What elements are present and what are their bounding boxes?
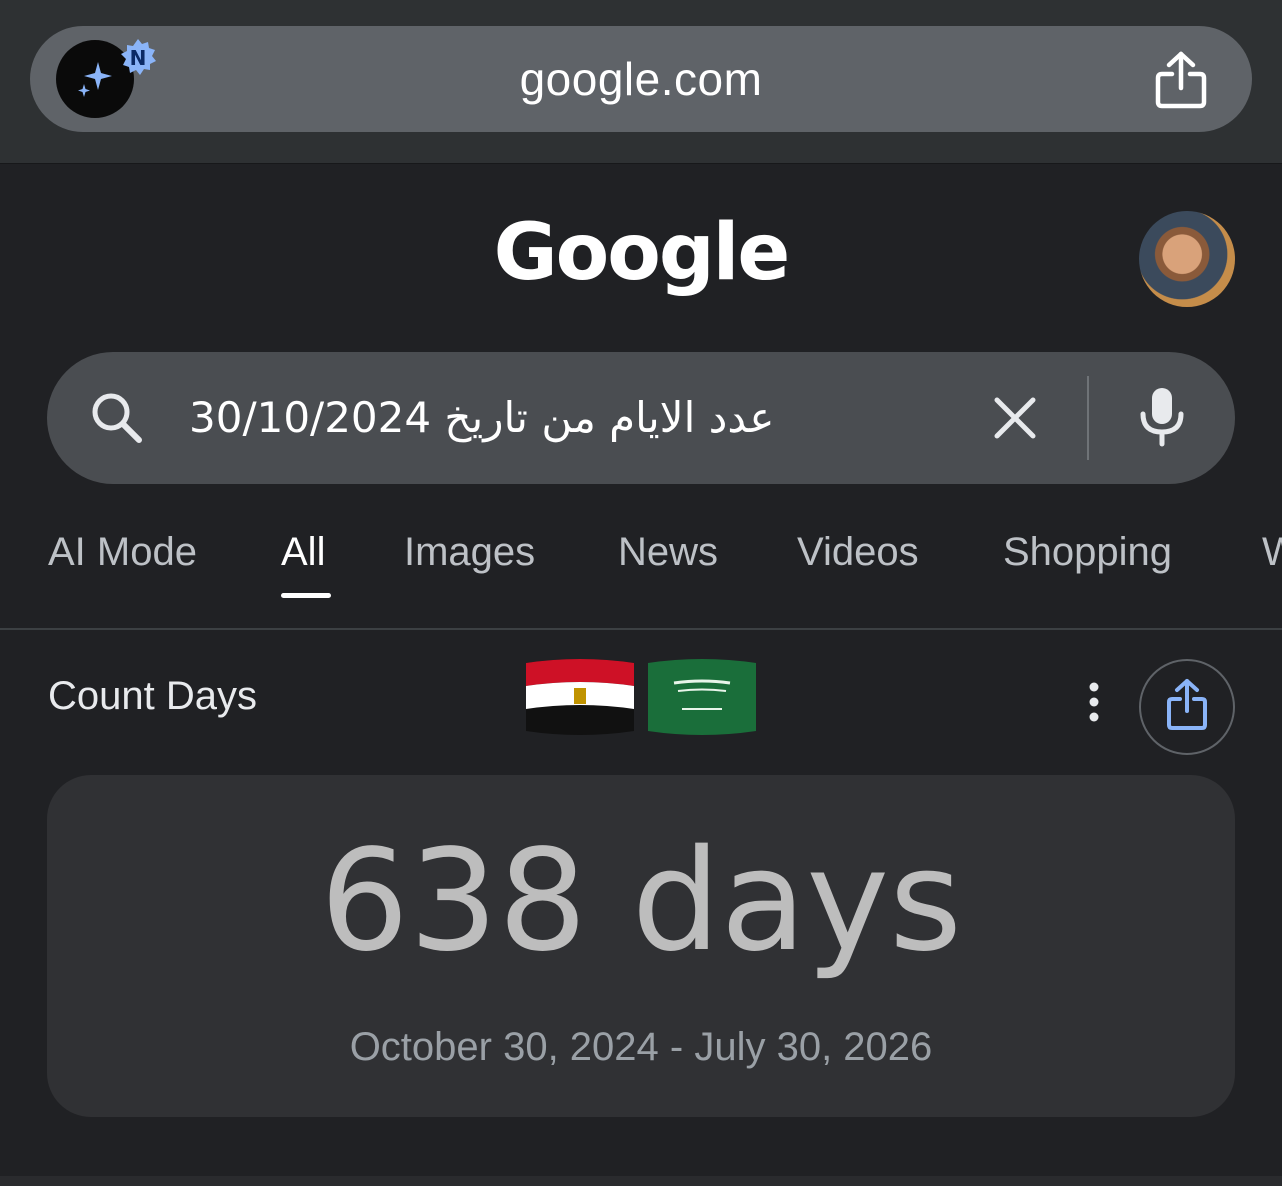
account-avatar[interactable] — [1139, 211, 1235, 307]
days-count: 638 days — [319, 820, 963, 983]
search-icon[interactable] — [89, 390, 145, 446]
address-bar[interactable]: N google.com — [30, 26, 1252, 132]
flags-emoji — [526, 659, 756, 735]
share-result-button[interactable] — [1139, 659, 1235, 755]
result-title: Count Days — [48, 674, 257, 718]
search-bar — [47, 352, 1235, 484]
result-header: Count Days — [0, 630, 1282, 774]
browser-toolbar: N google.com — [0, 0, 1282, 164]
search-input[interactable] — [189, 384, 949, 452]
tab-all[interactable]: All — [281, 530, 325, 575]
url-text[interactable]: google.com — [30, 52, 1252, 106]
date-range: October 30, 2024 - July 30, 2026 — [349, 1025, 933, 1069]
more-vert-icon[interactable] — [1080, 682, 1108, 722]
close-icon[interactable] — [991, 394, 1039, 442]
tab-truncated[interactable]: W — [1262, 530, 1282, 575]
tab-ai-mode[interactable]: AI Mode — [48, 530, 197, 575]
tab-news[interactable]: News — [618, 530, 718, 575]
saudi-arabia-flag — [648, 659, 756, 735]
tab-images[interactable]: Images — [404, 530, 535, 575]
mic-icon[interactable] — [1137, 386, 1187, 448]
egypt-flag — [526, 659, 634, 735]
share-icon[interactable] — [1154, 50, 1208, 110]
bottom-edge — [0, 1176, 1282, 1186]
share-icon — [1167, 679, 1207, 730]
active-tab-indicator — [281, 593, 331, 598]
tab-shopping[interactable]: Shopping — [1003, 530, 1172, 575]
search-tabs: AI Mode All Images News Videos Shopping … — [0, 520, 1282, 628]
search-divider — [1087, 376, 1089, 460]
google-logo[interactable]: Google — [0, 208, 1282, 298]
tab-videos[interactable]: Videos — [797, 530, 919, 575]
count-days-card: 638 days October 30, 2024 - July 30, 202… — [47, 775, 1235, 1117]
